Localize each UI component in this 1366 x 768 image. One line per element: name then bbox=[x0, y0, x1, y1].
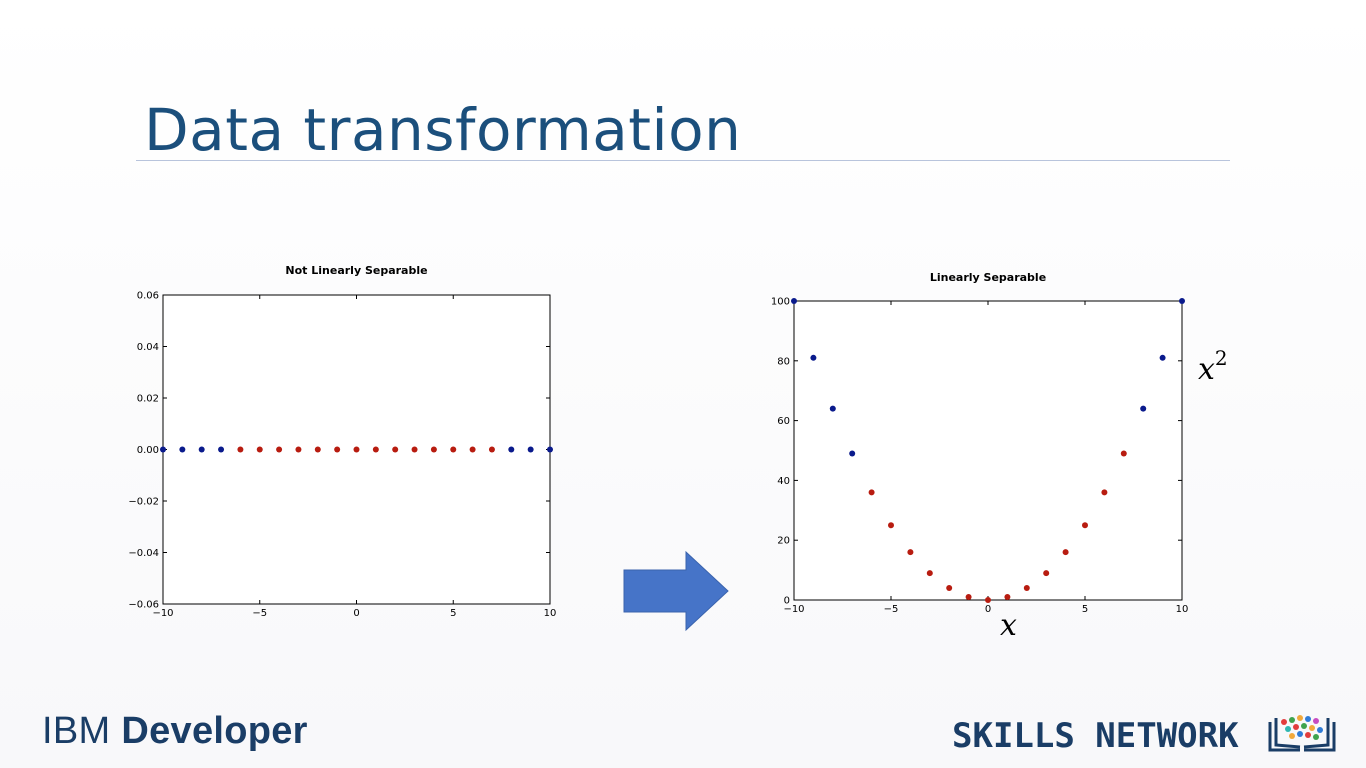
data-point bbox=[1159, 354, 1166, 361]
right-x-axis-label: x bbox=[1000, 608, 1017, 643]
data-point bbox=[868, 489, 875, 496]
y-tick-label: 40 bbox=[777, 476, 790, 487]
skills-network-logo-text: SKILLS NETWORK bbox=[952, 716, 1239, 756]
y-tick-label: 0.02 bbox=[137, 394, 159, 405]
y-tick-label: 0.00 bbox=[137, 445, 159, 456]
x-tick-label: 0 bbox=[985, 604, 991, 615]
data-point bbox=[469, 446, 476, 453]
y-tick-label: 20 bbox=[777, 536, 790, 547]
data-point bbox=[160, 446, 166, 453]
x-tick-label: 10 bbox=[544, 608, 557, 619]
data-point bbox=[888, 522, 894, 529]
data-point bbox=[1082, 522, 1088, 529]
x-tick-label: 10 bbox=[1176, 604, 1189, 615]
data-point bbox=[1023, 585, 1030, 592]
y-tick-label: −0.04 bbox=[128, 548, 159, 559]
slide-title: Data transformation bbox=[144, 96, 742, 164]
data-point bbox=[314, 446, 321, 453]
data-point bbox=[907, 549, 914, 556]
x-tick-label: 0 bbox=[353, 608, 359, 619]
data-point bbox=[791, 298, 797, 304]
right-arrow-icon bbox=[623, 550, 729, 632]
data-point bbox=[237, 446, 244, 453]
y-tick-label: 0.04 bbox=[137, 342, 159, 353]
data-point bbox=[926, 570, 933, 577]
title-underline bbox=[136, 160, 1230, 161]
data-point bbox=[256, 446, 263, 453]
x-tick-label: −5 bbox=[884, 604, 899, 615]
data-point bbox=[430, 446, 437, 453]
y-tick-label: 0.06 bbox=[137, 291, 159, 302]
x-tick-label: −5 bbox=[252, 608, 267, 619]
y-tick-label: −0.02 bbox=[128, 497, 159, 508]
data-point bbox=[527, 446, 534, 453]
data-point bbox=[411, 446, 418, 453]
data-point bbox=[965, 594, 972, 601]
y-tick-label: 100 bbox=[771, 297, 790, 308]
data-point bbox=[1179, 298, 1185, 304]
data-point bbox=[985, 597, 991, 603]
y-tick-label: 0 bbox=[784, 596, 790, 607]
data-point bbox=[295, 446, 302, 453]
y-tick-label: −0.06 bbox=[128, 600, 159, 611]
data-point bbox=[547, 446, 553, 453]
data-point bbox=[810, 354, 817, 361]
data-point bbox=[488, 446, 495, 453]
data-point bbox=[1140, 405, 1147, 412]
data-point bbox=[334, 446, 341, 453]
data-point bbox=[849, 450, 856, 457]
data-point bbox=[829, 405, 836, 412]
data-point bbox=[276, 446, 283, 453]
data-point bbox=[1062, 549, 1069, 556]
right-y-axis-label: x2 bbox=[1198, 346, 1228, 387]
chart-title: Linearly Separable bbox=[930, 271, 1046, 284]
chart-linearly-separable: Linearly Separable−10 −5 0 5 10100806040200 bbox=[771, 271, 1189, 615]
x-tick-label: 5 bbox=[450, 608, 456, 619]
data-point bbox=[1120, 450, 1127, 457]
data-point bbox=[372, 446, 379, 453]
data-point bbox=[179, 446, 186, 453]
data-point bbox=[508, 446, 515, 453]
data-point bbox=[1101, 489, 1108, 496]
chart-title: Not Linearly Separable bbox=[285, 264, 427, 277]
y-tick-label: 80 bbox=[777, 356, 790, 367]
data-point bbox=[218, 446, 225, 453]
data-point bbox=[1004, 594, 1011, 601]
ibm-developer-logo: IBM Developer bbox=[42, 710, 308, 752]
data-point bbox=[198, 446, 205, 453]
data-point bbox=[392, 446, 399, 453]
data-point bbox=[450, 446, 457, 453]
chart-not-linearly-separable: Not Linearly Separable−10 −5 0 5 100.060.040… bbox=[128, 264, 557, 619]
open-book-icon bbox=[1268, 715, 1336, 752]
data-point bbox=[353, 446, 360, 453]
data-point bbox=[1043, 570, 1050, 577]
y-tick-label: 60 bbox=[777, 416, 790, 427]
data-point bbox=[946, 585, 953, 592]
x-tick-label: 5 bbox=[1082, 604, 1088, 615]
